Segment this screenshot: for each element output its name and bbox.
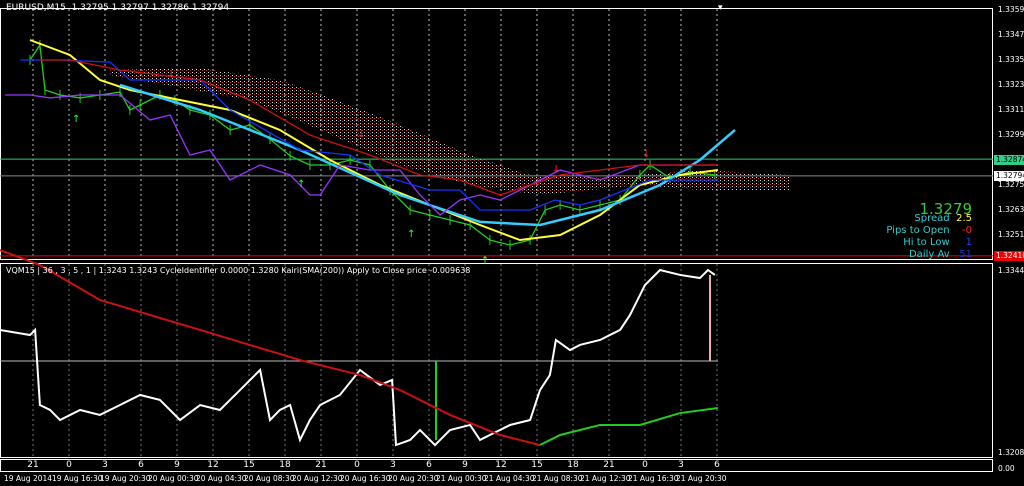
hour-label: 6 <box>714 460 720 470</box>
date-label: 20 Aug 04:30 <box>196 474 247 483</box>
date-label: 21 Aug 12:30 <box>580 474 631 483</box>
hour-label: 6 <box>426 460 432 470</box>
bottom-scale-value: 0.00 <box>998 464 1015 473</box>
date-label: 21 Aug 16:30 <box>628 474 679 483</box>
info-row: Hi to Low 1 <box>903 237 972 248</box>
date-label: 19 Aug 2014 <box>4 474 53 483</box>
hour-label: 6 <box>138 460 144 470</box>
ohlc-high: 1.32797 <box>111 3 149 13</box>
buy-arrow-icon: ↑ <box>72 114 80 125</box>
sell-arrow-icon: ↓ <box>552 164 560 175</box>
date-label: 19 Aug 20:30 <box>100 474 151 483</box>
info-value: 51 <box>959 249 972 260</box>
hour-label: 18 <box>279 460 291 470</box>
hour-label: 0 <box>66 460 72 470</box>
hour-label: 0 <box>354 460 360 470</box>
sell-arrow-icon: ↓ <box>167 69 175 80</box>
sell-arrow-icon: ↓ <box>357 129 365 140</box>
cycle-green-series <box>539 406 719 446</box>
info-label: Pips to Open <box>886 225 950 236</box>
subwindow-title: VQM15 | 36 , 3 , 5 , 1 | 1.3243 1.3243 C… <box>6 266 471 275</box>
buy-arrow-icon: ↑ <box>481 256 489 267</box>
hour-label: 15 <box>531 460 543 470</box>
date-label: 20 Aug 20:30 <box>388 474 439 483</box>
date-label: 20 Aug 08:30 <box>244 474 295 483</box>
date-label: 21 Aug 00:30 <box>436 474 487 483</box>
chart-shift-marker-icon[interactable]: ▾ <box>718 3 723 13</box>
hour-label: 9 <box>462 460 468 470</box>
date-label: 21 Aug 08:30 <box>532 474 583 483</box>
price-tick: 1.32630 <box>998 205 1024 214</box>
info-row: Spread 2.5 <box>914 213 972 224</box>
date-label: 20 Aug 00:30 <box>148 474 199 483</box>
price-tick: 1.32750 <box>998 180 1024 189</box>
buy-arrow-icon: ↑ <box>407 229 415 240</box>
hour-label: 21 <box>603 460 615 470</box>
indicator-subpanel <box>0 249 719 447</box>
main-price-panel: ↑ ↑ ↑ ↑ ↓ ↓ ↓ ↓ <box>0 39 993 267</box>
ohlc-open: 1.32795 <box>71 3 109 13</box>
price-tick: 1.33590 <box>998 5 1024 14</box>
bid-price-label: 1.32794 <box>994 171 1024 181</box>
info-label: Spread <box>914 213 950 224</box>
symbol-timeframe: EURUSD,M15 <box>6 3 66 13</box>
buy-arrow-icon: ↑ <box>297 179 305 190</box>
date-label: 21 Aug 20:30 <box>676 474 727 483</box>
info-value: 1 <box>965 237 972 248</box>
price-tick: 1.33230 <box>998 80 1024 89</box>
date-label: 21 Aug 04:30 <box>484 474 535 483</box>
hour-label: 21 <box>315 460 327 470</box>
hour-label: 0 <box>642 460 648 470</box>
hour-label: 18 <box>567 460 579 470</box>
price-tick: 1.32990 <box>998 130 1024 139</box>
price-tick: 1.33350 <box>998 55 1024 64</box>
date-label: 19 Aug 16:30 <box>52 474 103 483</box>
date-label: 20 Aug 12:30 <box>292 474 343 483</box>
hour-label: 12 <box>495 460 507 470</box>
hour-label: 21 <box>27 460 39 470</box>
green-level-label: 1.32874 <box>994 155 1024 165</box>
info-label: Hi to Low <box>903 237 950 248</box>
info-value: -0 <box>962 225 972 236</box>
chart-canvas[interactable]: ↑ ↑ ↑ ↑ ↓ ↓ ↓ ↓ ▾ <box>0 0 1024 486</box>
hour-label: 3 <box>102 460 108 470</box>
hour-label: 12 <box>207 460 219 470</box>
chart-header: EURUSD,M15 1.32795 1.32797 1.32786 1.327… <box>6 3 229 13</box>
price-tick: 1.32510 <box>998 230 1024 239</box>
hour-label: 3 <box>678 460 684 470</box>
sub-scale-bottom: 1.3208 <box>998 448 1024 457</box>
price-tick: 1.33110 <box>998 105 1024 114</box>
info-row: Daily Av 51 <box>909 249 972 260</box>
sell-arrow-icon: ↓ <box>642 149 650 160</box>
ohlc-close: 1.32794 <box>191 3 230 13</box>
hour-label: 3 <box>390 460 396 470</box>
price-tick: 1.33470 <box>998 30 1024 39</box>
date-label: 20 Aug 16:30 <box>340 474 391 483</box>
ohlc-low: 1.32786 <box>151 3 189 13</box>
red-level-label: 1.32410 <box>994 251 1024 261</box>
hour-label: 9 <box>174 460 180 470</box>
info-label: Daily Av <box>908 249 950 260</box>
vqm-white-series <box>0 268 716 447</box>
sub-scale-top: 1.3344 <box>998 266 1024 275</box>
info-value: 2.5 <box>956 213 972 224</box>
info-row: Pips to Open -0 <box>886 225 972 236</box>
hour-label: 15 <box>243 460 255 470</box>
